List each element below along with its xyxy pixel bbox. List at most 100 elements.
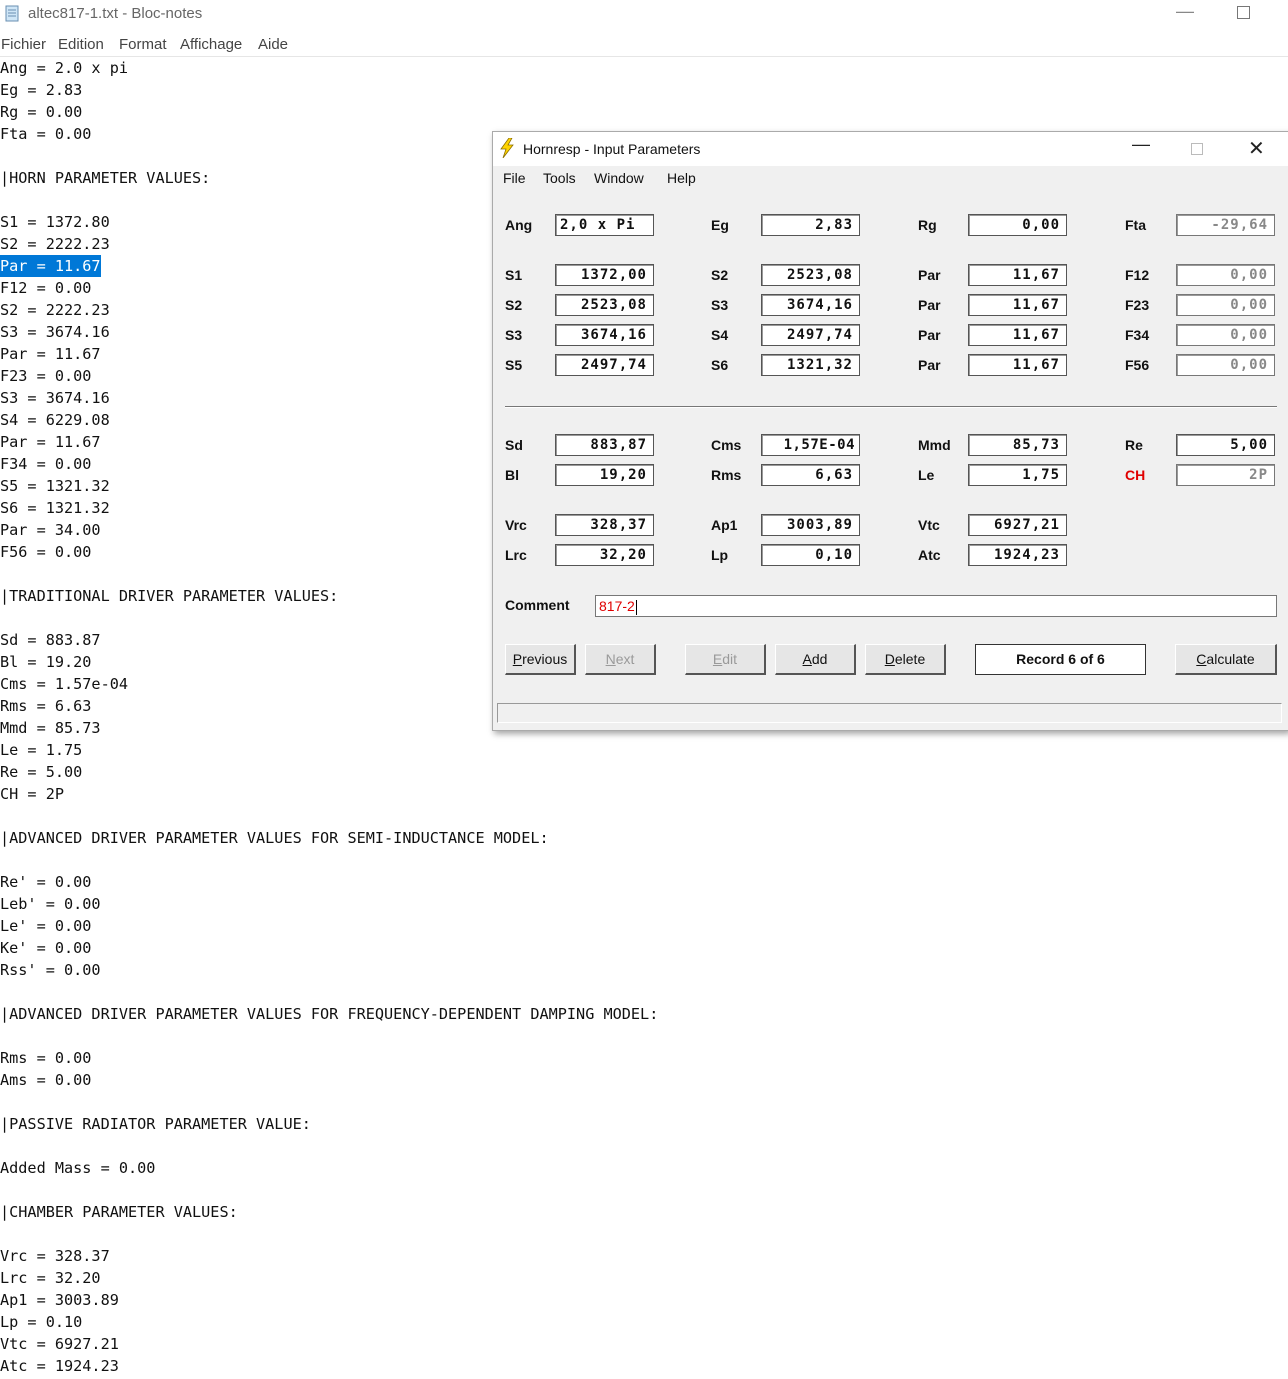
text-line: Ap1 = 3003.89 [0, 1291, 119, 1309]
delete-button-label: elete [894, 651, 926, 667]
field-s2-row2[interactable]: 2523,08 [555, 294, 654, 316]
label-rms: Rms [711, 467, 742, 483]
comment-field[interactable]: 817-2 [595, 595, 1277, 617]
text-line: |CHAMBER PARAMETER VALUES: [0, 1203, 238, 1221]
add-button-label: dd [811, 651, 828, 667]
edit-button-mnemonic: E [712, 651, 723, 667]
minimize-icon[interactable]: — [1176, 1, 1194, 22]
text-line: |HORN PARAMETER VALUES: [0, 169, 211, 187]
field-bl[interactable]: 19,20 [555, 464, 654, 486]
field-s2[interactable]: 2523,08 [761, 264, 860, 286]
field-re[interactable]: 5,00 [1176, 434, 1275, 456]
field-atc[interactable]: 1924,23 [968, 544, 1067, 566]
text-line: S1 = 1372.80 [0, 213, 110, 231]
selected-text-line: Par = 11.67 [0, 255, 101, 277]
text-line: Eg = 2.83 [0, 81, 83, 99]
field-vtc[interactable]: 6927,21 [968, 514, 1067, 536]
field-fta[interactable]: -29,64 [1176, 214, 1275, 236]
edit-button[interactable]: Edit [685, 644, 766, 675]
text-line: Added Mass = 0.00 [0, 1159, 156, 1177]
text-line: Le' = 0.00 [0, 917, 92, 935]
text-line: F23 = 0.00 [0, 367, 92, 385]
field-f34[interactable]: 0,00 [1176, 324, 1275, 346]
next-button[interactable]: Next [585, 644, 656, 675]
label-ang: Ang [505, 217, 533, 233]
field-cms[interactable]: 1,57E-04 [761, 434, 860, 456]
menu-aide[interactable]: Aide [258, 36, 288, 53]
label-ch: CH [1125, 467, 1146, 483]
field-s5[interactable]: 2497,74 [555, 354, 654, 376]
field-s4[interactable]: 2497,74 [761, 324, 860, 346]
field-rms[interactable]: 6,63 [761, 464, 860, 486]
label-fta: Fta [1125, 217, 1146, 233]
text-line: CH = 2P [0, 785, 65, 803]
field-s3-row3[interactable]: 3674,16 [555, 324, 654, 346]
label-s6: S6 [711, 357, 729, 373]
notepad-titlebar: altec817-1.txt - Bloc-notes — [0, 0, 1288, 30]
field-f56[interactable]: 0,00 [1176, 354, 1275, 376]
notepad-menubar: Fichier Edition Format Affichage Aide [0, 34, 1288, 57]
field-lp[interactable]: 0,10 [761, 544, 860, 566]
label-s2: S2 [711, 267, 729, 283]
hornresp-titlebar: Hornresp - Input Parameters — ✕ [493, 132, 1288, 166]
next-button-label: ext [615, 651, 635, 667]
hornresp-title: Hornresp - Input Parameters [523, 141, 701, 157]
menu-edition[interactable]: Edition [58, 36, 104, 53]
maximize-icon[interactable] [1191, 143, 1203, 155]
label-bl: Bl [505, 467, 519, 483]
delete-button[interactable]: Delete [865, 644, 946, 675]
calculate-button-label: alculate [1206, 651, 1255, 667]
text-line: Rms = 6.63 [0, 697, 92, 715]
previous-button[interactable]: Previous [505, 644, 576, 675]
label-lrc: Lrc [505, 547, 527, 563]
text-line: Re = 5.00 [0, 763, 83, 781]
field-rg[interactable]: 0,00 [968, 214, 1067, 236]
text-line: F34 = 0.00 [0, 455, 92, 473]
text-line: |TRADITIONAL DRIVER PARAMETER VALUES: [0, 587, 339, 605]
minimize-icon[interactable]: — [1132, 134, 1150, 155]
maximize-icon[interactable] [1237, 6, 1250, 19]
label-rg: Rg [918, 217, 937, 233]
label-s2-row2: S2 [505, 297, 523, 313]
field-ap1[interactable]: 3003,89 [761, 514, 860, 536]
record-indicator: Record 6 of 6 [975, 644, 1146, 675]
field-par-2[interactable]: 11,67 [968, 294, 1067, 316]
menu-window[interactable]: Window [594, 170, 644, 186]
field-par-3[interactable]: 11,67 [968, 324, 1067, 346]
field-ang[interactable]: 2,0 x Pi [555, 214, 654, 236]
menu-affichage[interactable]: Affichage [180, 36, 242, 53]
menu-format[interactable]: Format [119, 36, 167, 53]
add-button[interactable]: Add [775, 644, 856, 675]
menu-fichier[interactable]: Fichier [1, 36, 46, 53]
label-s3: S3 [711, 297, 729, 313]
field-lrc[interactable]: 32,20 [555, 544, 654, 566]
field-f23[interactable]: 0,00 [1176, 294, 1275, 316]
field-eg[interactable]: 2,83 [761, 214, 860, 236]
field-ch[interactable]: 2P [1176, 464, 1275, 486]
text-line: Atc = 1924.23 [0, 1357, 119, 1375]
field-s3[interactable]: 3674,16 [761, 294, 860, 316]
menu-help[interactable]: Help [667, 170, 696, 186]
label-f12: F12 [1125, 267, 1150, 283]
field-f12[interactable]: 0,00 [1176, 264, 1275, 286]
field-le[interactable]: 1,75 [968, 464, 1067, 486]
field-s1[interactable]: 1372,00 [555, 264, 654, 286]
close-icon[interactable]: ✕ [1248, 136, 1265, 161]
field-par-4[interactable]: 11,67 [968, 354, 1067, 376]
field-par-1[interactable]: 11,67 [968, 264, 1067, 286]
text-caret [635, 599, 637, 615]
field-mmd[interactable]: 85,73 [968, 434, 1067, 456]
label-s4: S4 [711, 327, 729, 343]
text-line: Rss' = 0.00 [0, 961, 101, 979]
label-sd: Sd [505, 437, 523, 453]
field-vrc[interactable]: 328,37 [555, 514, 654, 536]
field-sd[interactable]: 883,87 [555, 434, 654, 456]
field-s6[interactable]: 1321,32 [761, 354, 860, 376]
text-line: Rg = 0.00 [0, 103, 83, 121]
text-line: S6 = 1321.32 [0, 499, 110, 517]
menu-file[interactable]: File [503, 170, 526, 186]
menu-tools[interactable]: Tools [543, 170, 576, 186]
label-cms: Cms [711, 437, 742, 453]
next-button-mnemonic: N [605, 651, 616, 667]
calculate-button[interactable]: Calculate [1175, 644, 1277, 675]
